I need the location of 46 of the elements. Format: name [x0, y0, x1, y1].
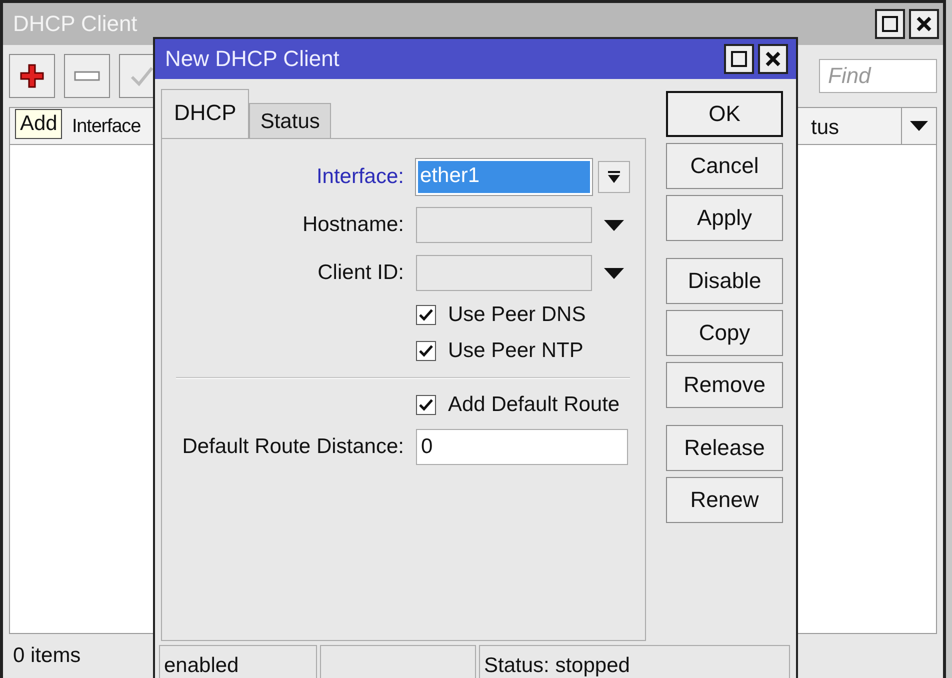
- checkbox[interactable]: [416, 395, 436, 415]
- window-title: DHCP Client: [13, 11, 138, 37]
- caret-icon: [607, 170, 621, 184]
- tooltip: Add: [15, 109, 62, 139]
- dialog-title: New DHCP Client: [165, 46, 340, 72]
- dialog-button[interactable]: Copy: [666, 310, 783, 356]
- input-field[interactable]: [416, 207, 592, 243]
- dropdown-button[interactable]: [598, 161, 630, 193]
- column-header[interactable]: Interface: [72, 108, 141, 144]
- maximize-button[interactable]: [875, 9, 905, 39]
- checkbox[interactable]: [416, 305, 436, 325]
- dialog-button[interactable]: Remove: [666, 362, 783, 408]
- close-button[interactable]: [909, 9, 939, 39]
- dropdown-icon[interactable]: [604, 268, 624, 278]
- dialog-button[interactable]: OK: [666, 91, 783, 137]
- close-icon: [916, 16, 932, 32]
- dialog-button[interactable]: Disable: [666, 258, 783, 304]
- input-field[interactable]: [416, 255, 592, 291]
- plus-icon: [19, 63, 45, 89]
- close-icon: [765, 51, 781, 67]
- item-count: 0 items: [13, 644, 81, 668]
- checkbox-label: Use Peer DNS: [448, 303, 586, 327]
- dialog-button[interactable]: Release: [666, 425, 783, 471]
- field-label: Default Route Distance:: [181, 435, 404, 459]
- dialog-button[interactable]: Cancel: [666, 143, 783, 189]
- status-text: Status: stopped: [484, 654, 630, 678]
- checkbox[interactable]: [416, 341, 436, 361]
- dropdown-icon[interactable]: [604, 220, 624, 230]
- checkbox-label: Add Default Route: [448, 393, 620, 417]
- checkbox-label: Use Peer NTP: [448, 339, 584, 363]
- status-text: enabled: [164, 654, 239, 678]
- remove-button[interactable]: [64, 54, 110, 98]
- dialog-button[interactable]: Apply: [666, 195, 783, 241]
- tab[interactable]: DHCP: [161, 89, 250, 138]
- input-field[interactable]: 0: [416, 429, 628, 465]
- find-field[interactable]: Find: [819, 59, 937, 93]
- caret-icon: [910, 121, 928, 131]
- minus-icon: [74, 71, 100, 81]
- field-label: Client ID:: [316, 261, 404, 285]
- dialog-button[interactable]: Renew: [666, 477, 783, 523]
- maximize-button[interactable]: [724, 44, 754, 74]
- field-label: Interface:: [315, 165, 404, 189]
- field-label: Hostname:: [301, 213, 404, 237]
- tab[interactable]: Status: [249, 103, 331, 138]
- close-button[interactable]: [758, 44, 788, 74]
- add-button[interactable]: [9, 54, 55, 98]
